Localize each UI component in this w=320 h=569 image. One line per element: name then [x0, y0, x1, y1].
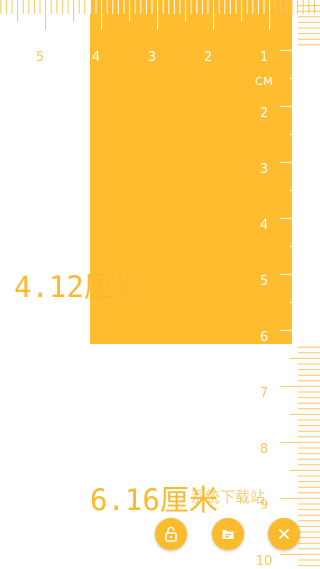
ruler-number: 10: [256, 554, 273, 569]
ruler-number: 4: [92, 50, 100, 65]
file-icon: [222, 530, 234, 539]
ruler-number: 1: [260, 50, 268, 65]
ruler-number: 6: [260, 330, 268, 345]
close-icon: [279, 529, 289, 539]
width-measurement: 4.12厘米: [14, 270, 142, 304]
ruler-number: 2: [260, 106, 268, 121]
ruler-number: 2: [204, 50, 212, 65]
unit-label: CM: [254, 75, 274, 88]
ruler-number: 3: [148, 50, 156, 65]
ruler-number: 3: [260, 162, 268, 177]
close-button[interactable]: [268, 518, 300, 550]
ruler-number: 4: [260, 218, 268, 233]
ruler-number: 5: [36, 50, 44, 65]
files-button[interactable]: [212, 518, 244, 550]
lock-button[interactable]: [155, 518, 187, 550]
unlock-icon: [165, 526, 177, 542]
ruler-number: 7: [260, 386, 268, 401]
ruler-number: 8: [260, 442, 268, 457]
ruler-number: 5: [260, 274, 268, 289]
watermark: 系统下载站: [190, 488, 266, 506]
